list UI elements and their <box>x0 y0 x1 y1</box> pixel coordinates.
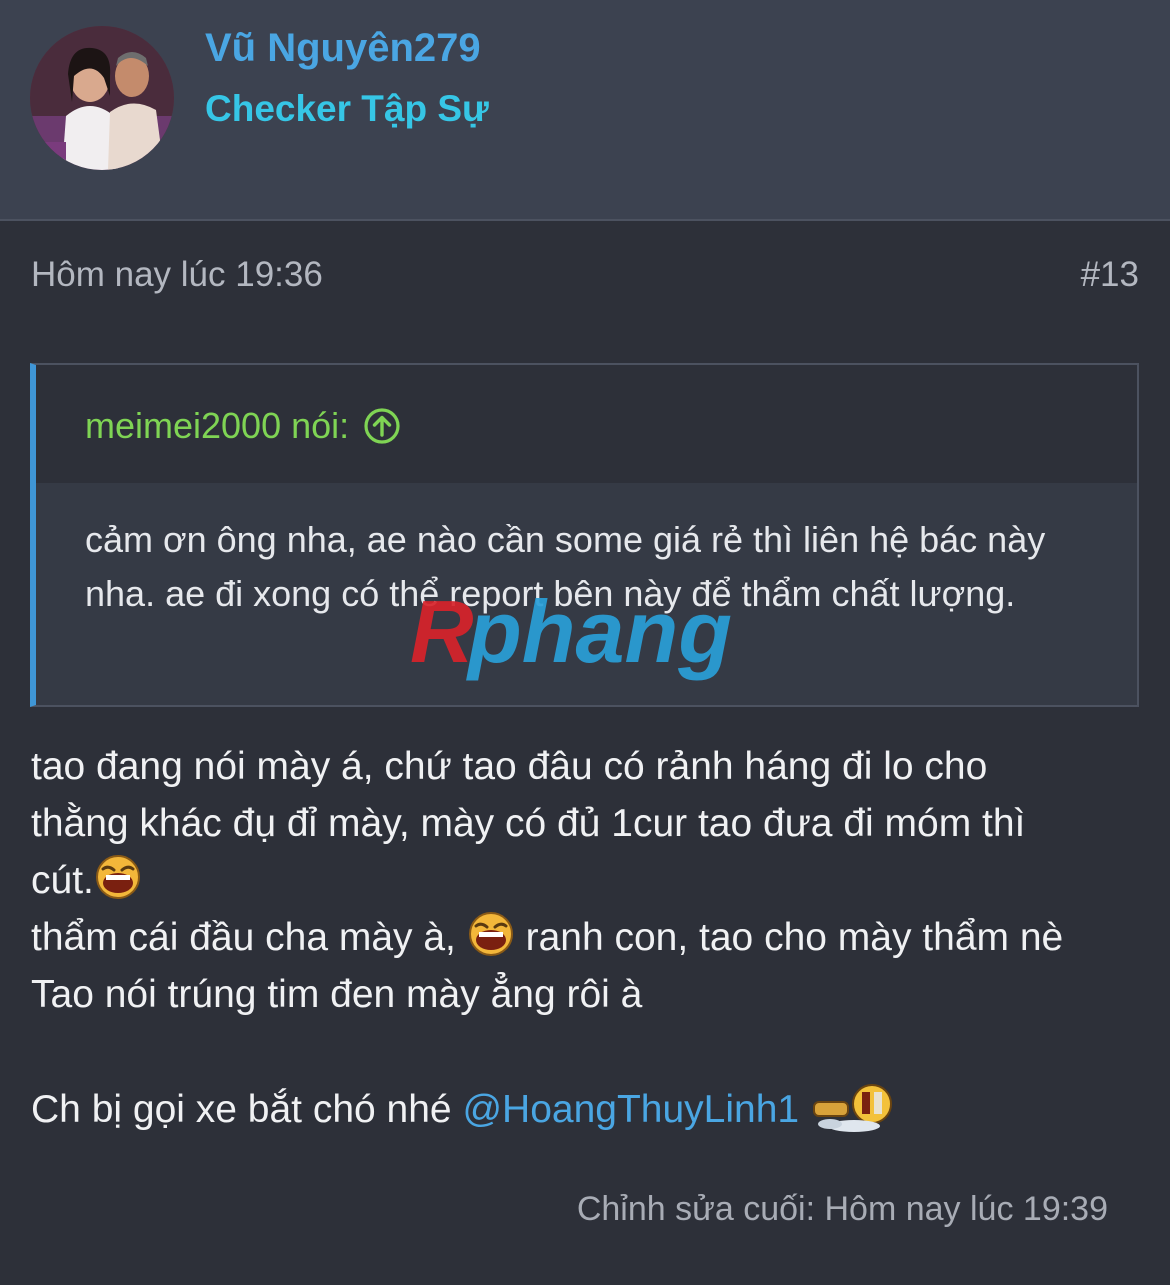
post-line-1: tao đang nói mày á, chứ tao đâu có rảnh … <box>31 745 988 788</box>
laughing-emoji-icon <box>94 853 142 901</box>
post-line-5: Tao nói trúng tim đen mày ẳng rôi à <box>31 973 643 1016</box>
circle-up-arrow-icon[interactable] <box>363 407 401 445</box>
last-edited-note: Chỉnh sửa cuối: Hôm nay lúc 19:39 <box>576 1190 1108 1228</box>
user-mention-link[interactable]: @HoangThuyLinh1 <box>462 1088 799 1131</box>
quote-block: meimei2000 nói: cảm ơn ông nha, ae nào c… <box>30 363 1139 707</box>
user-header: Vũ Nguyên279 Checker Tập Sự <box>0 0 1170 221</box>
post-line-3: cút. <box>31 852 1151 909</box>
user-avatar[interactable] <box>30 26 174 170</box>
quote-author-link[interactable]: meimei2000 nói: <box>85 405 401 447</box>
post-line-6: Ch bị gọi xe bắt chó nhé @HoangThuyLinh1 <box>31 1080 1151 1138</box>
post-number[interactable]: #13 <box>1081 255 1139 295</box>
quote-author-label: meimei2000 nói: <box>85 405 350 446</box>
post-timestamp[interactable]: Hôm nay lúc 19:36 <box>31 255 323 295</box>
laughing-emoji-icon <box>467 910 515 958</box>
avatar-photo-icon <box>30 26 174 170</box>
sticker-emoji-icon <box>810 1080 900 1136</box>
forum-post-page: Vũ Nguyên279 Checker Tập Sự Hôm nay lúc … <box>0 0 1170 1285</box>
post-line-4a-text: thẩm cái đầu cha mày à, <box>31 916 456 959</box>
post-line-4b-text: ranh con, tao cho mày thẩm nè <box>525 916 1064 959</box>
post-line-6-text: Ch bị gọi xe bắt chó nhé <box>31 1088 452 1131</box>
post-body: tao đang nói mày á, chứ tao đâu có rảnh … <box>31 738 1151 1138</box>
quote-text: cảm ơn ông nha, ae nào cần some giá rẻ t… <box>85 519 1046 614</box>
post-line-2: thằng khác đụ đỉ mày, mày có đủ 1cur tao… <box>31 802 1026 845</box>
quote-header: meimei2000 nói: <box>36 365 1137 483</box>
user-rank-title: Checker Tập Sự <box>205 88 489 129</box>
post-line-4: thẩm cái đầu cha mày à, ranh con, tao ch… <box>31 909 1151 966</box>
username[interactable]: Vũ Nguyên279 <box>205 26 481 71</box>
post-line-3-text: cút. <box>31 859 94 902</box>
